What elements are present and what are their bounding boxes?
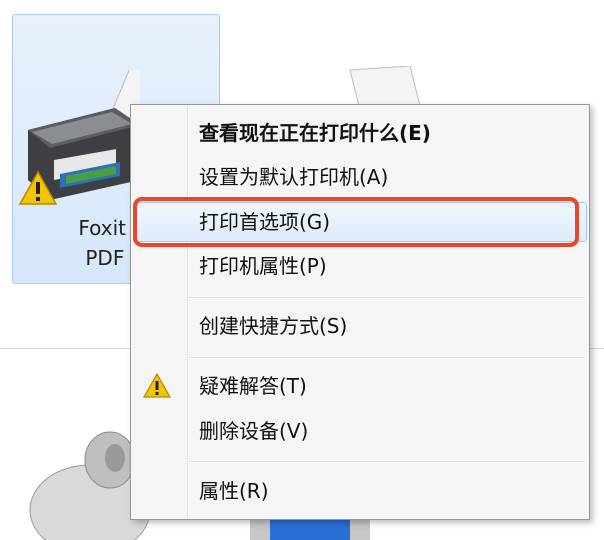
- menu-separator: [189, 461, 585, 463]
- menu-item-set-as-default-printer[interactable]: 设置为默认打印机(A): [133, 157, 587, 197]
- warning-icon: [143, 372, 171, 398]
- menu-item-troubleshoot[interactable]: 疑难解答(T): [133, 366, 587, 406]
- menu-item-remove-device[interactable]: 删除设备(V): [133, 411, 587, 451]
- menu-item-label: 打印首选项(G): [199, 210, 331, 234]
- menu-item-label: 删除设备(V): [199, 419, 309, 443]
- context-menu: 查看现在正在打印什么(E) 设置为默认打印机(A) 打印首选项(G) 打印机属性…: [130, 104, 590, 520]
- menu-item-printing-preferences[interactable]: 打印首选项(G): [133, 202, 587, 242]
- menu-item-properties[interactable]: 属性(R): [133, 471, 587, 511]
- warning-icon: [18, 170, 58, 205]
- menu-item-see-whats-printing[interactable]: 查看现在正在打印什么(E): [133, 113, 587, 153]
- menu-separator: [189, 357, 585, 359]
- menu-item-printer-properties[interactable]: 打印机属性(P): [133, 246, 587, 286]
- devices-and-printers-window: Foxit Re PDF Pr 查看现在正在打印什么(E) 设置为默认打印机(A…: [0, 0, 604, 540]
- menu-item-label: 设置为默认打印机(A): [199, 165, 389, 189]
- menu-item-label: 打印机属性(P): [199, 254, 327, 278]
- menu-item-create-shortcut[interactable]: 创建快捷方式(S): [133, 306, 587, 346]
- menu-separator: [189, 297, 585, 299]
- menu-item-label: 疑难解答(T): [199, 374, 307, 398]
- menu-item-label: 创建快捷方式(S): [199, 314, 348, 338]
- menu-item-label: 查看现在正在打印什么(E): [199, 121, 431, 145]
- menu-item-label: 属性(R): [199, 479, 269, 503]
